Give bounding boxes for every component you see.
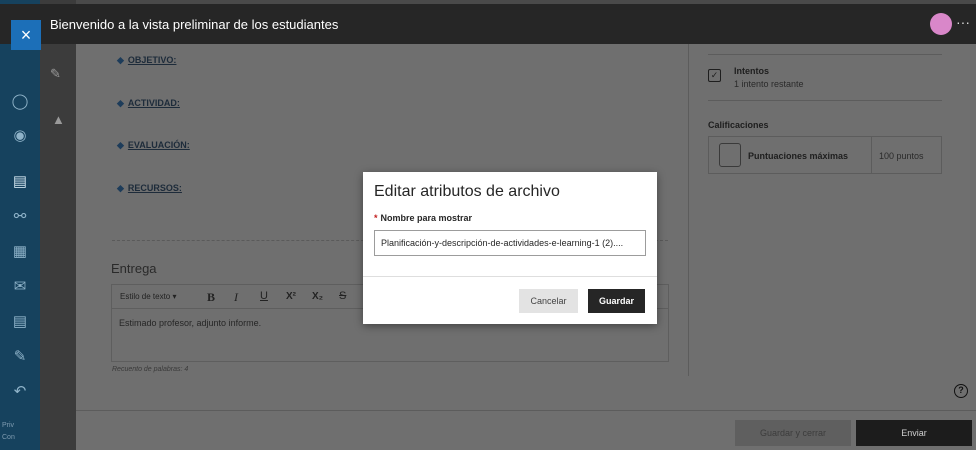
courses-icon[interactable]: ▤ bbox=[10, 172, 30, 192]
attempts-remaining: 1 intento restante bbox=[734, 79, 804, 89]
globe-icon[interactable]: ◉ bbox=[10, 126, 30, 146]
app-navigation: ◯ ◉ ▤ ⚯ ▦ ✉ ▤ ✎ ↶ Priv Con bbox=[0, 0, 40, 450]
avatar[interactable] bbox=[930, 13, 952, 35]
page-title: Bienvenido a la vista preliminar de los … bbox=[50, 17, 339, 32]
divider bbox=[708, 54, 942, 55]
max-score-label: Puntuaciones máximas bbox=[748, 151, 849, 161]
grades-title: Calificaciones bbox=[708, 120, 769, 130]
drive-icon: ▲ bbox=[52, 112, 65, 127]
column-divider bbox=[688, 44, 689, 376]
checkbox-icon: ✓ bbox=[708, 69, 721, 82]
submission-title: Entrega bbox=[111, 261, 157, 276]
max-score-box: Puntuaciones máximas 100 puntos bbox=[708, 136, 942, 174]
strikethrough-button[interactable]: S bbox=[339, 290, 346, 302]
underline-button[interactable]: U bbox=[260, 290, 268, 302]
section-recursos: ◆ RECURSOS: bbox=[117, 183, 182, 193]
close-preview-icon[interactable]: × bbox=[11, 20, 41, 50]
display-name-label: * Nombre para mostrar bbox=[374, 213, 473, 223]
mail-icon[interactable]: ✉ bbox=[10, 277, 30, 297]
footer-bar: Guardar y cerrar Enviar bbox=[76, 410, 976, 450]
help-icon[interactable]: ? bbox=[954, 384, 968, 398]
divider bbox=[363, 276, 657, 277]
diamond-icon: ◆ bbox=[117, 98, 124, 108]
divider bbox=[871, 137, 872, 173]
text-style-dropdown[interactable]: Estilo de texto ▾ bbox=[120, 292, 177, 301]
logout-icon[interactable]: ↶ bbox=[10, 382, 30, 402]
editor-content[interactable]: Estimado profesor, adjunto informe. bbox=[119, 318, 261, 328]
bold-button[interactable]: B bbox=[207, 290, 215, 305]
subscript-button[interactable]: X₂ bbox=[312, 291, 323, 302]
diamond-icon: ◆ bbox=[117, 55, 124, 65]
superscript-button[interactable]: X² bbox=[286, 291, 296, 302]
save-button[interactable]: Guardar bbox=[588, 289, 645, 313]
attempts-title: Intentos bbox=[734, 66, 769, 76]
divider bbox=[708, 100, 942, 101]
diamond-icon: ◆ bbox=[117, 140, 124, 150]
course-strip: ✎ ▲ bbox=[40, 0, 76, 450]
max-score-value: 100 puntos bbox=[879, 151, 924, 161]
grades-icon[interactable]: ▤ bbox=[10, 312, 30, 332]
submit-button[interactable]: Enviar bbox=[856, 420, 972, 446]
display-name-input[interactable] bbox=[374, 230, 646, 256]
more-options-icon[interactable]: ··· bbox=[956, 14, 970, 30]
user-icon[interactable]: ◯ bbox=[10, 92, 30, 112]
preview-header: Bienvenido a la vista preliminar de los … bbox=[0, 4, 976, 50]
edit-file-attributes-dialog: Editar atributos de archivo * Nombre para… bbox=[363, 172, 657, 324]
conditions-link[interactable]: Con bbox=[2, 434, 15, 441]
dialog-title: Editar atributos de archivo bbox=[374, 183, 560, 200]
required-mark: * bbox=[374, 213, 378, 223]
privacy-link[interactable]: Priv bbox=[2, 422, 14, 429]
section-actividad: ◆ ACTIVIDAD: bbox=[117, 98, 180, 108]
diamond-icon: ◆ bbox=[117, 183, 124, 193]
save-and-close-button[interactable]: Guardar y cerrar bbox=[735, 420, 851, 446]
word-count: Recuento de palabras: 4 bbox=[112, 366, 189, 373]
section-objetivo: ◆ OBJETIVO: bbox=[117, 55, 177, 65]
section-evaluacion: ◆ EVALUACIÓN: bbox=[117, 140, 190, 150]
rubric-icon bbox=[719, 143, 741, 167]
calendar-icon[interactable]: ▦ bbox=[10, 242, 30, 262]
edit-icon[interactable]: ✎ bbox=[10, 347, 30, 367]
cancel-button[interactable]: Cancelar bbox=[519, 289, 578, 313]
italic-button[interactable]: I bbox=[234, 290, 238, 305]
pencil-icon[interactable]: ✎ bbox=[50, 66, 61, 82]
groups-icon[interactable]: ⚯ bbox=[10, 207, 30, 227]
